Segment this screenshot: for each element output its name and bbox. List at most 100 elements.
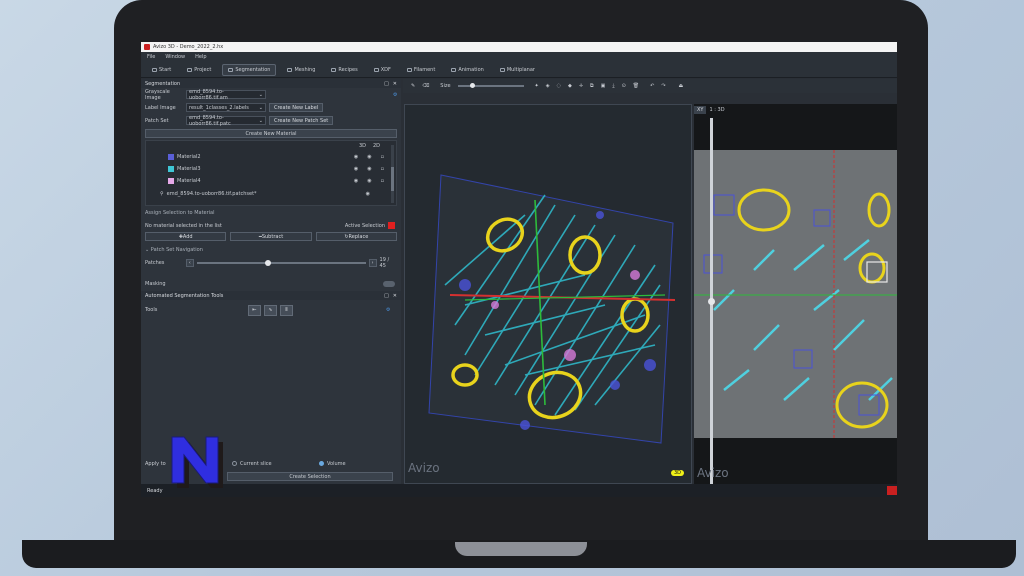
- export-icon[interactable]: ⏏: [679, 83, 684, 89]
- viewer-3d[interactable]: Avizo 3D: [404, 104, 692, 484]
- label-image-select[interactable]: result_1classes_2.labels ⌄: [186, 103, 266, 112]
- lasso-icon[interactable]: ◌: [557, 83, 561, 89]
- list-item[interactable]: ⚲ emd_8594.to-uoborr86.tif.patchset*: [160, 191, 257, 197]
- filament-icon: [406, 67, 412, 72]
- axis-button[interactable]: XY: [694, 106, 707, 114]
- patches-slider[interactable]: [196, 259, 366, 266]
- patches-slider-row: Patches ‹ › 19 / 45: [141, 256, 401, 269]
- slider-handle[interactable]: [469, 83, 475, 88]
- tab-filament[interactable]: Filament: [402, 65, 440, 75]
- settings-icon[interactable]: ⚙: [393, 92, 397, 98]
- meshing-icon: [287, 67, 293, 72]
- tab-label: Segmentation: [235, 66, 271, 73]
- patch-set-select[interactable]: emd_8594.to-uoborr86.tif.patc ⌄: [186, 115, 266, 127]
- create-label-button[interactable]: Create New Label: [269, 103, 324, 112]
- slider-handle[interactable]: [708, 298, 715, 305]
- create-patch-set-button[interactable]: Create New Patch Set: [269, 116, 334, 125]
- list-item[interactable]: Material4: [168, 178, 201, 184]
- filter-tool-button[interactable]: ⦀: [280, 304, 293, 316]
- material-name: Material2: [177, 154, 201, 160]
- scrollbar-thumb[interactable]: [391, 167, 394, 191]
- eye-icon[interactable]: ◉: [367, 178, 371, 184]
- tab-segmentation[interactable]: Segmentation: [222, 63, 277, 76]
- eye-icon[interactable]: ◉: [366, 191, 370, 197]
- eraser-icon[interactable]: ⌫: [422, 83, 429, 89]
- target-icon[interactable]: ⊙: [622, 83, 626, 89]
- assign-actions: ✚ Add ━ Subtract ↻ Replace: [141, 232, 401, 241]
- eye-icon[interactable]: ◉: [354, 166, 358, 172]
- eye-icon[interactable]: ◉: [367, 154, 371, 160]
- close-icon[interactable]: ✕: [393, 293, 397, 299]
- add-button[interactable]: ✚ Add: [145, 232, 227, 241]
- patch-set-row: Patch Set emd_8594.to-uoborr86.tif.patc ⌄…: [141, 114, 401, 127]
- brush-size-slider[interactable]: [457, 83, 524, 88]
- lock-icon[interactable]: ▫: [381, 178, 384, 184]
- list-item[interactable]: Material3: [168, 166, 201, 172]
- settings-icon[interactable]: ⚙: [386, 307, 390, 313]
- region-grow-icon: ∿: [268, 307, 273, 313]
- pencil-icon[interactable]: ✎: [411, 83, 415, 89]
- tab-recipes[interactable]: Recipes: [326, 65, 362, 75]
- threshold-tool-button[interactable]: ⇤: [248, 304, 261, 316]
- avizo-watermark: Avizo: [408, 461, 440, 475]
- menu-help[interactable]: Help: [195, 54, 206, 60]
- eye-icon[interactable]: ◉: [354, 154, 358, 160]
- grayscale-select[interactable]: emd_8594.to-uoborr86.tif.am ⌄: [186, 89, 266, 101]
- tab-xdf[interactable]: XDF: [369, 65, 396, 75]
- viewer-2d[interactable]: XY 1 : 3D Avizo: [694, 104, 897, 484]
- current-slice-radio[interactable]: [232, 461, 237, 466]
- next-patch-button[interactable]: ›: [368, 258, 377, 267]
- label-image-row: Label Image result_1classes_2.labels ⌄ Cr…: [141, 101, 401, 114]
- create-material-button[interactable]: Create New Material: [145, 129, 397, 138]
- eye-icon[interactable]: ◉: [354, 178, 358, 184]
- active-selection-row: No material selected in the list Active …: [141, 219, 401, 232]
- prev-patch-button[interactable]: ‹: [185, 258, 194, 267]
- undo-icon[interactable]: ↶: [650, 83, 654, 89]
- lock-icon[interactable]: ▫: [381, 154, 384, 160]
- tab-start[interactable]: Start: [147, 65, 176, 75]
- interpolate-icon[interactable]: ⧉: [590, 83, 594, 89]
- trash-icon[interactable]: 🗑: [633, 83, 639, 89]
- tools-label: Tools: [145, 307, 158, 313]
- project-icon: [187, 67, 193, 72]
- crosshair-icon[interactable]: ✛: [579, 83, 583, 89]
- segmentation-icon: [228, 67, 234, 72]
- float-icon[interactable]: □: [384, 293, 389, 299]
- float-icon[interactable]: □: [384, 81, 389, 87]
- magic-wand-icon[interactable]: ✦: [535, 83, 539, 89]
- patch-nav-section[interactable]: ⌄ Patch Set Navigation: [141, 244, 401, 256]
- masking-toggle[interactable]: [383, 280, 395, 287]
- grow-icon[interactable]: ▣: [601, 83, 606, 89]
- tab-animation[interactable]: Animation: [446, 65, 489, 75]
- region-grow-tool-button[interactable]: ∿: [264, 304, 277, 316]
- volume-radio[interactable]: [319, 461, 324, 466]
- active-selection-swatch[interactable]: [388, 222, 395, 229]
- redo-icon[interactable]: ↷: [661, 83, 665, 89]
- multiplanar-icon: [499, 67, 505, 72]
- tab-multiplanar[interactable]: Multiplanar: [495, 65, 540, 75]
- slider-handle[interactable]: [265, 259, 272, 266]
- xdf-icon: [373, 67, 379, 72]
- create-selection-button[interactable]: Create Selection: [227, 472, 393, 481]
- replace-button[interactable]: ↻ Replace: [315, 232, 397, 241]
- eye-icon[interactable]: ◉: [367, 166, 371, 172]
- list-scrollbar[interactable]: [391, 145, 394, 203]
- slice-slider[interactable]: [708, 118, 715, 484]
- visibility-controls: ◉ ◉ ▫: [354, 154, 384, 160]
- close-icon[interactable]: ✕: [393, 81, 397, 87]
- 3d-badge[interactable]: 3D: [671, 470, 685, 476]
- viewer-toolbar: ✎ ⌫ Size ✦ ◈ ◌ ◆ ✛ ⧉ ▣ ⤓ ⊙ 🗑 ↶ ↷ ⏏: [403, 79, 897, 93]
- subtract-button[interactable]: ━ Subtract: [230, 232, 312, 241]
- tab-label: Meshing: [294, 66, 316, 73]
- smooth-icon[interactable]: ◆: [568, 83, 572, 89]
- error-indicator[interactable]: [887, 486, 897, 495]
- download-icon[interactable]: ⤓: [612, 83, 614, 89]
- n-logo: [171, 436, 223, 488]
- lock-icon[interactable]: ▫: [381, 166, 384, 172]
- menu-file[interactable]: File: [147, 54, 155, 60]
- fill-icon[interactable]: ◈: [546, 83, 550, 89]
- tab-meshing[interactable]: Meshing: [282, 65, 320, 75]
- menu-window[interactable]: Window: [165, 54, 185, 60]
- tab-project[interactable]: Project: [182, 65, 216, 75]
- list-item[interactable]: Material2: [168, 154, 201, 160]
